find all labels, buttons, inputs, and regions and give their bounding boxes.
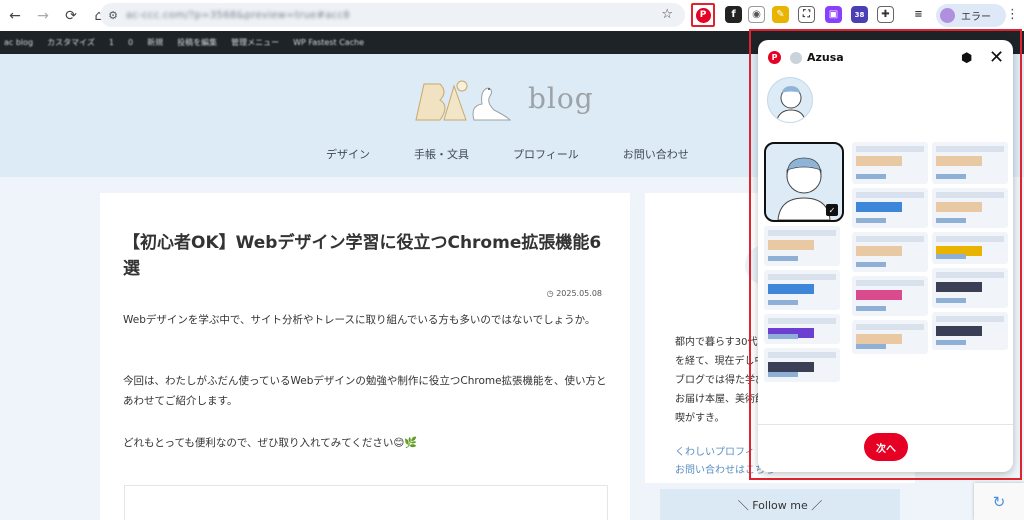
extension-badge-count: 38 [854, 10, 865, 19]
profile-label: エラー [961, 12, 991, 23]
nav-item-contact[interactable]: お問い合わせ [623, 146, 689, 162]
site-logo[interactable]: blog [410, 76, 610, 126]
pinterest-save-popup: P Azusa ⬢ ✕ ✓ 次へ [758, 40, 1013, 472]
url-text: ac-ccc.com/?p=3568&preview=true#acc8 [126, 9, 350, 21]
eyedropper-extension-icon[interactable]: ✎ [772, 6, 789, 23]
global-nav: デザイン 手帳・文具 プロフィール お問い合わせ [326, 146, 733, 162]
image-thumbnail[interactable] [932, 232, 1008, 264]
nav-item-profile[interactable]: プロフィール [513, 146, 579, 162]
admin-bar-item[interactable]: WP Fastest Cache [293, 38, 364, 47]
image-thumbnail[interactable] [852, 142, 928, 184]
image-thumbnail[interactable] [764, 348, 840, 382]
popup-header: P Azusa [768, 51, 844, 64]
image-thumbnail[interactable] [852, 276, 928, 316]
image-thumbnail[interactable] [932, 188, 1008, 228]
image-thumbnail[interactable] [764, 314, 840, 344]
profile-link[interactable]: くわしいプロフィ [675, 443, 755, 458]
admin-bar-item[interactable]: 新規 [147, 37, 163, 48]
selected-image[interactable]: ✓ [764, 142, 844, 222]
badge-extension-icon[interactable]: 38 [851, 6, 868, 23]
pinterest-extension-button[interactable]: P [691, 3, 715, 27]
font-extension-icon[interactable]: f [725, 6, 742, 23]
person-illustration-icon [775, 86, 807, 122]
image-thumbnail[interactable] [852, 232, 928, 272]
profile-button[interactable]: エラー [936, 4, 1006, 27]
admin-bar-item[interactable]: ac blog [4, 38, 33, 47]
reload-icon[interactable]: ⟳ [58, 3, 84, 29]
purple-extension-icon[interactable]: ▣ [825, 6, 842, 23]
board-avatar[interactable] [767, 77, 813, 123]
address-bar[interactable]: ⚙ ac-ccc.com/?p=3568&preview=true#acc8 ☆ [100, 3, 685, 27]
image-thumbnail[interactable] [932, 142, 1008, 184]
logo-text: blog [528, 82, 594, 115]
nav-item-design[interactable]: デザイン [326, 146, 370, 162]
image-thumbnail[interactable] [932, 268, 1008, 308]
capture-extension-icon[interactable]: ⛶ [798, 6, 815, 23]
recaptcha-badge-icon[interactable]: ↻ [974, 483, 1024, 520]
user-avatar [790, 51, 802, 64]
logo-illustration-icon [415, 80, 512, 121]
image-thumbnail[interactable] [764, 270, 840, 310]
popup-divider [758, 424, 1013, 425]
bookmark-star-icon[interactable]: ☆ [661, 7, 673, 22]
image-thumbnail[interactable] [932, 312, 1008, 350]
site-info-icon[interactable]: ⚙ [100, 9, 126, 22]
table-of-contents-box [124, 485, 608, 520]
image-thumbnail[interactable] [764, 226, 840, 266]
article-paragraph: Webデザインを学ぶ中で、サイト分析やトレースに取り組んでいる方も多いのではない… [123, 314, 596, 326]
admin-bar-item[interactable]: 1 [109, 38, 114, 47]
back-icon[interactable]: ← [2, 3, 28, 29]
close-icon[interactable]: ✕ [989, 47, 1004, 68]
username: Azusa [807, 51, 844, 64]
admin-bar-item[interactable]: 0 [128, 38, 133, 47]
article-paragraph: 今回は、わたしがふだん使っているWebデザインの勉強や制作に役立つChrome拡… [123, 375, 607, 407]
follow-me-heading: ＼ Follow me ／ [660, 489, 900, 520]
article-card: 【初心者OK】Webデザイン学習に役立つChrome拡張機能6選 ◷ 2025.… [100, 193, 630, 520]
browser-toolbar: ← → ⟳ ⌂ ⚙ ac-ccc.com/?p=3568&preview=tru… [0, 0, 1024, 31]
date-text: 2025.05.08 [556, 289, 602, 298]
chrome-menu-icon[interactable]: ⋮ [1006, 7, 1019, 22]
settings-hex-icon[interactable]: ⬢ [961, 51, 972, 66]
forward-icon[interactable]: → [30, 3, 56, 29]
admin-bar-item[interactable]: カスタマイズ [47, 37, 95, 48]
checkmark-icon: ✓ [826, 204, 838, 216]
next-button[interactable]: 次へ [864, 433, 908, 461]
admin-bar-item[interactable]: 管理メニュー [231, 37, 279, 48]
reading-list-icon[interactable]: ≡ [910, 6, 927, 23]
image-thumbnail[interactable] [852, 320, 928, 354]
image-thumbnail[interactable] [852, 188, 928, 228]
admin-bar-item[interactable]: 投稿を編集 [177, 37, 217, 48]
article-title: 【初心者OK】Webデザイン学習に役立つChrome拡張機能6選 [123, 233, 602, 279]
camera-extension-icon[interactable]: ◉ [748, 6, 765, 23]
article-date: ◷ 2025.05.08 [546, 289, 602, 298]
pinterest-icon: P [695, 7, 711, 23]
extensions-puzzle-icon[interactable]: ✚ [877, 6, 894, 23]
profile-avatar [940, 8, 955, 23]
pinterest-logo-icon: P [768, 51, 781, 64]
article-paragraph: どれもとっても便利なので、ぜひ取り入れてみてください😊🌿 [123, 437, 418, 449]
nav-item-stationery[interactable]: 手帳・文具 [414, 146, 469, 162]
